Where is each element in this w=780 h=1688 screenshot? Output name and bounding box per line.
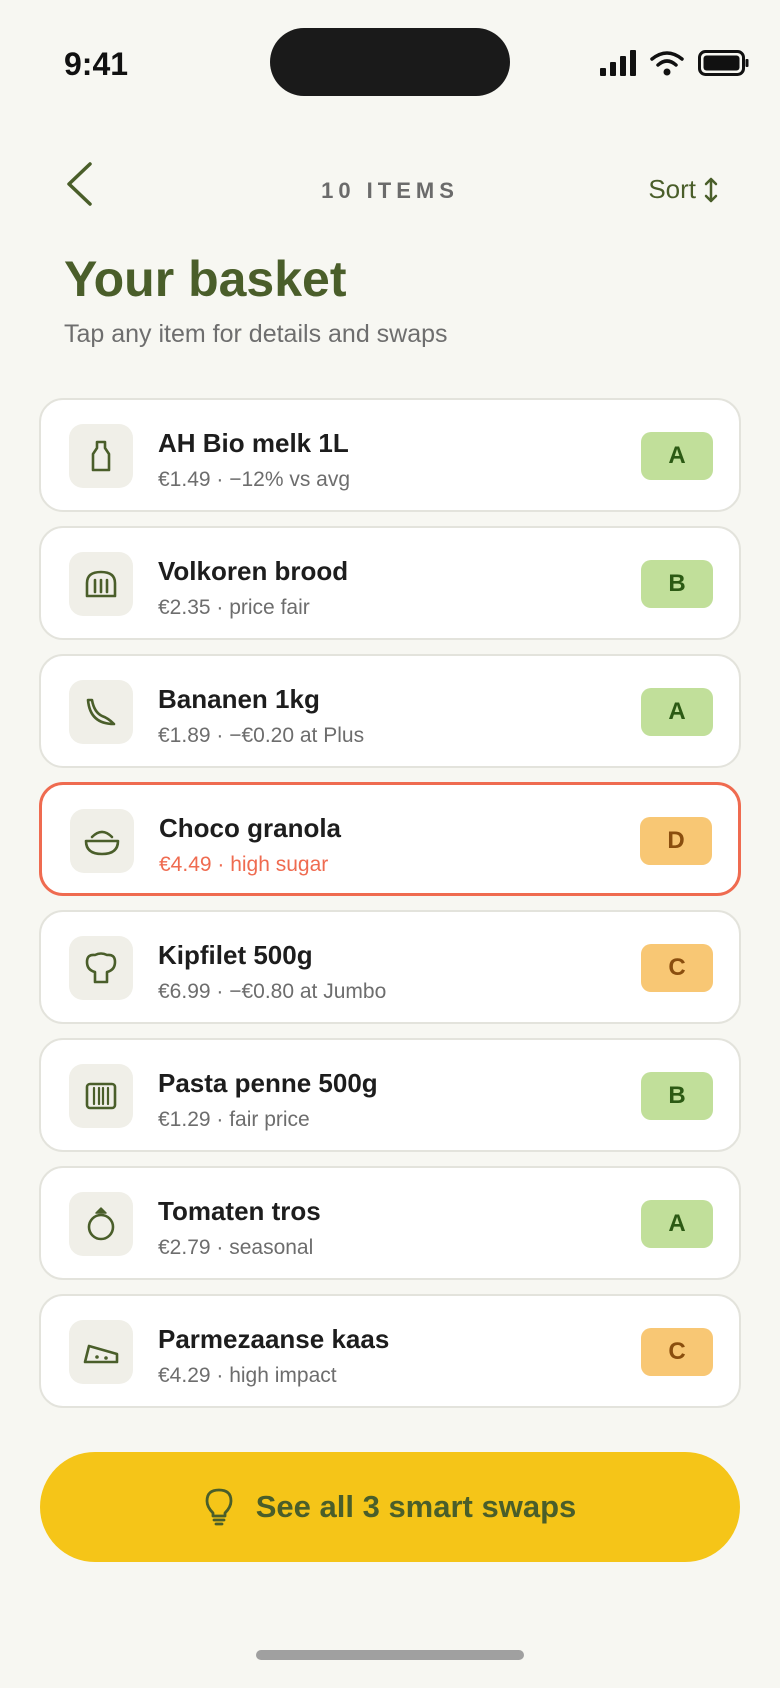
item-detail: €2.79 · seasonal xyxy=(158,1236,314,1259)
basket-item[interactable]: Pasta penne 500g €1.29 · fair price B xyxy=(39,1038,741,1152)
item-icon-box xyxy=(69,424,133,488)
see-smart-swaps-button[interactable]: See all 3 smart swaps xyxy=(40,1452,740,1562)
see-smart-swaps-label: See all 3 smart swaps xyxy=(255,1489,577,1524)
item-detail: €1.89 · −€0.20 at Plus xyxy=(158,724,365,747)
item-icon-box xyxy=(69,1320,133,1384)
tomato-icon xyxy=(87,1207,115,1241)
item-name: Kipfilet 500g xyxy=(158,940,313,970)
chicken-icon xyxy=(85,952,117,984)
pasta-icon xyxy=(85,1082,117,1110)
grade-badge: A xyxy=(641,432,713,480)
bowl-icon xyxy=(84,830,120,856)
battery-icon xyxy=(698,50,749,76)
basket-item[interactable]: Volkoren brood €2.35 · price fair B xyxy=(39,526,741,640)
grade-badge: B xyxy=(641,560,713,608)
item-icon-box xyxy=(69,552,133,616)
item-name: Choco granola xyxy=(159,813,342,843)
home-indicator xyxy=(256,1650,524,1660)
item-detail: €1.29 · fair price xyxy=(158,1108,310,1131)
item-detail: €6.99 · −€0.80 at Jumbo xyxy=(158,980,387,1003)
banana-icon xyxy=(86,698,116,726)
basket-item[interactable]: Tomaten tros €2.79 · seasonal A xyxy=(39,1166,741,1280)
status-icons xyxy=(600,50,750,76)
lightbulb-icon xyxy=(205,1488,233,1526)
item-icon-box xyxy=(69,936,133,1000)
basket-item-flagged[interactable]: Choco granola €4.49 · high sugar D xyxy=(39,782,741,896)
item-icon-box xyxy=(69,1192,133,1256)
item-name: AH Bio melk 1L xyxy=(158,428,349,458)
grade-badge: A xyxy=(641,688,713,736)
basket-item[interactable]: AH Bio melk 1L €1.49 · −12% vs avg A xyxy=(39,398,741,512)
item-icon-box xyxy=(70,809,134,873)
milk-bottle-icon xyxy=(91,440,111,472)
item-icon-box xyxy=(69,680,133,744)
signal-icon xyxy=(600,50,636,76)
sort-label: Sort xyxy=(648,174,696,204)
item-name: Bananen 1kg xyxy=(158,684,320,714)
basket-item[interactable]: Bananen 1kg €1.89 · −€0.20 at Plus A xyxy=(39,654,741,768)
item-detail: €2.35 · price fair xyxy=(158,596,310,619)
page-subtitle: Tap any item for details and swaps xyxy=(64,320,448,348)
item-name: Parmezaanse kaas xyxy=(158,1324,390,1354)
status-time: 9:41 xyxy=(64,46,129,82)
item-detail: €4.29 · high impact xyxy=(158,1364,337,1387)
grade-badge: D xyxy=(640,817,712,865)
grade-badge: B xyxy=(641,1072,713,1120)
basket-list: AH Bio melk 1L €1.49 · −12% vs avg A Vol… xyxy=(39,398,741,1422)
item-name: Volkoren brood xyxy=(158,556,349,586)
item-detail: €4.49 · high sugar xyxy=(159,853,329,876)
bread-icon xyxy=(85,570,117,598)
item-icon-box xyxy=(69,1064,133,1128)
page-title: Your basket xyxy=(64,251,347,307)
grade-badge: A xyxy=(641,1200,713,1248)
sort-button[interactable]: Sort xyxy=(648,174,718,205)
dynamic-island xyxy=(270,28,510,96)
basket-item[interactable]: Parmezaanse kaas €4.29 · high impact C xyxy=(39,1294,741,1408)
item-name: Pasta penne 500g xyxy=(158,1068,378,1098)
item-detail: €1.49 · −12% vs avg xyxy=(158,468,351,491)
sort-arrows-icon xyxy=(704,177,718,202)
item-name: Tomaten tros xyxy=(158,1196,321,1226)
cheese-icon xyxy=(83,1344,119,1364)
grade-badge: C xyxy=(641,1328,713,1376)
basket-item[interactable]: Kipfilet 500g €6.99 · −€0.80 at Jumbo C xyxy=(39,910,741,1024)
grade-badge: C xyxy=(641,944,713,992)
status-bar: 9:41 xyxy=(0,0,780,130)
wifi-icon xyxy=(650,51,684,76)
